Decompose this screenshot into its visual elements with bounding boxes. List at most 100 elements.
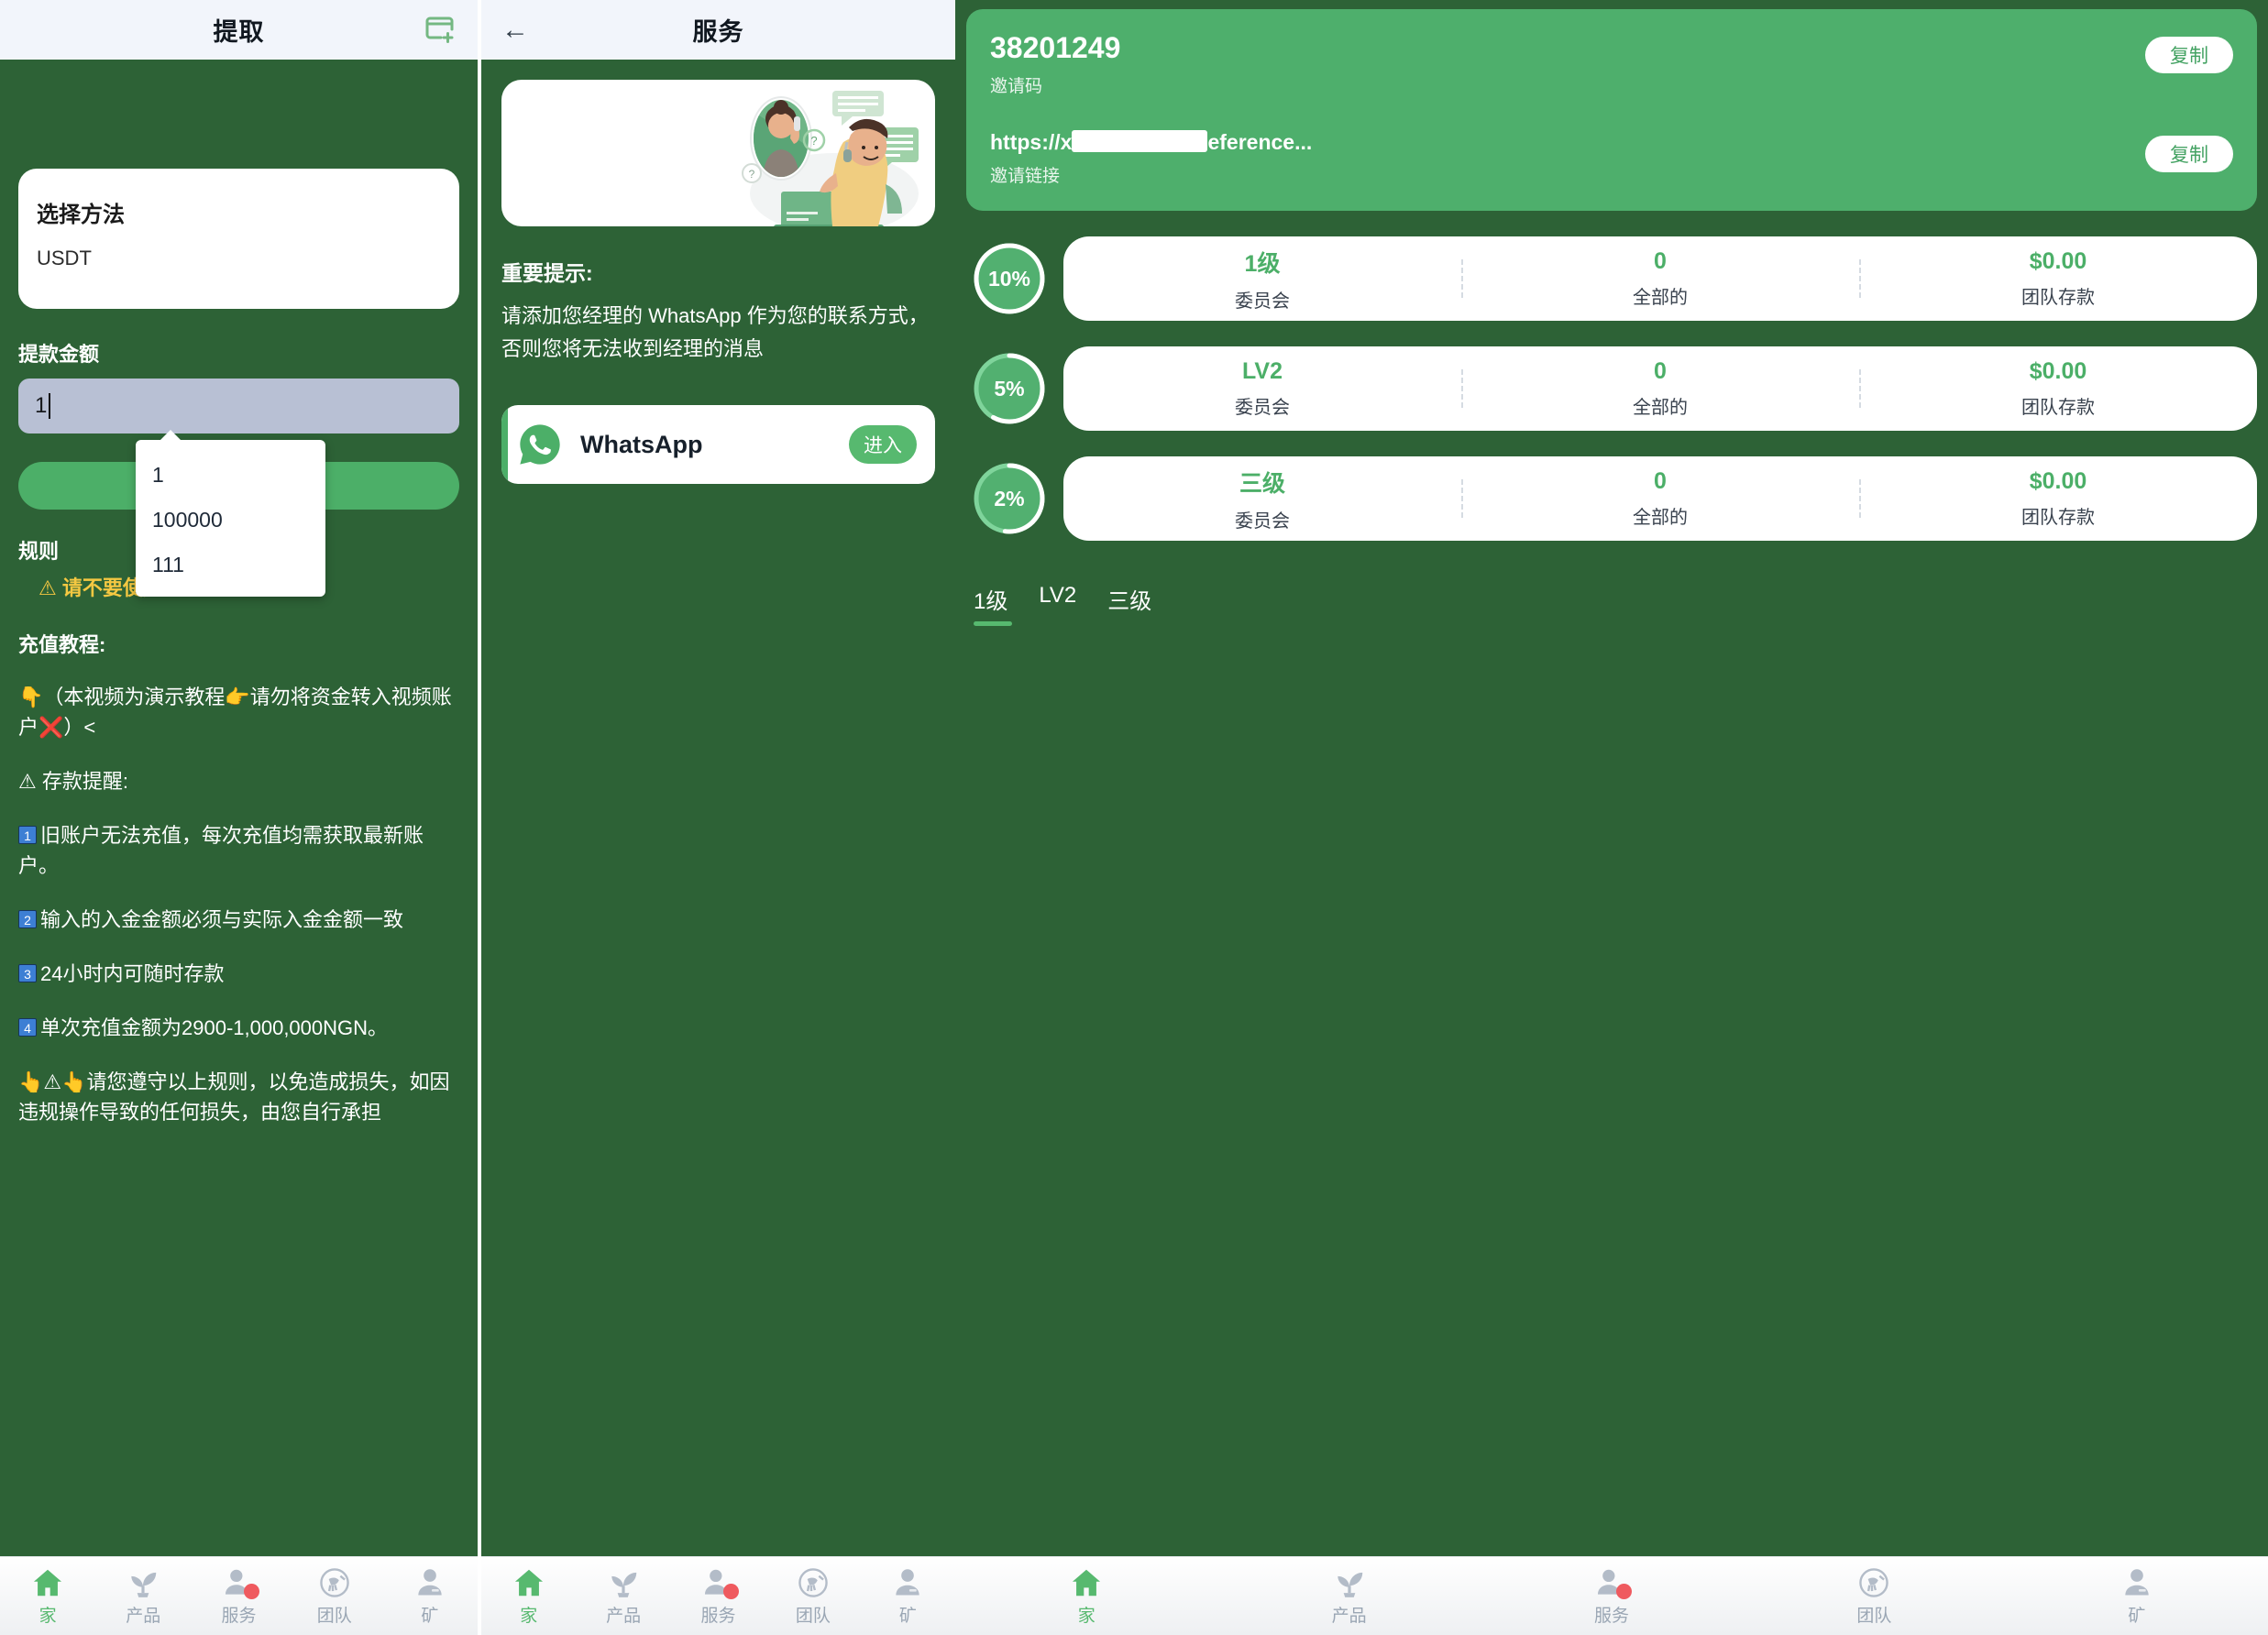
support-banner: ? ? bbox=[501, 80, 935, 226]
person-icon bbox=[1593, 1565, 1633, 1600]
copy-code-button[interactable]: 复制 bbox=[2145, 37, 2233, 73]
rules-section: 规则 ⚠ 请不要使用 充值教程: 👇（本视频为演示教程👉请勿将资金转入视频账户❌… bbox=[18, 535, 459, 1127]
rule-text: 单次充值金额为2900-1,000,000NGN。 bbox=[40, 1016, 389, 1039]
invite-link-prefix: https://x bbox=[990, 130, 1073, 154]
nav-item-person[interactable]: 服务 bbox=[671, 1557, 765, 1635]
nav-item-home[interactable]: 家 bbox=[955, 1557, 1217, 1635]
three-screen-montage: 提取 选择方法 USDT 提款金额 1 规则 ⚠ 请不要使用 充值教程: 👇（本… bbox=[0, 0, 2268, 1635]
nav-item-bird[interactable]: 团队 bbox=[287, 1557, 382, 1635]
nav-item-bird[interactable]: 团队 bbox=[1743, 1557, 2005, 1635]
invite-link-value: https://x eference... bbox=[990, 130, 1312, 155]
nav-item-label: 服务 bbox=[700, 1607, 736, 1626]
person-icon bbox=[700, 1565, 739, 1600]
nav-item-label: 团队 bbox=[1856, 1607, 1892, 1626]
invite-code-value: 38201249 bbox=[990, 31, 1121, 64]
nav-item-miner[interactable]: 矿 bbox=[861, 1557, 955, 1635]
method-card[interactable]: 选择方法 USDT bbox=[18, 169, 459, 309]
nav-item-label: 产品 bbox=[1331, 1607, 1367, 1626]
add-card-icon[interactable] bbox=[424, 13, 457, 50]
customer-support-illustration: ? ? bbox=[742, 91, 919, 226]
nav-item-plant[interactable]: 产品 bbox=[576, 1557, 670, 1635]
whatsapp-enter-button[interactable]: 进入 bbox=[849, 425, 917, 465]
nav-item-label: 服务 bbox=[1594, 1607, 1630, 1626]
home-icon bbox=[511, 1565, 547, 1600]
back-arrow-icon[interactable]: ← bbox=[501, 16, 529, 44]
page-title: 服务 bbox=[692, 18, 744, 46]
autocomplete-option[interactable]: 1 bbox=[136, 453, 325, 498]
nav-item-home[interactable]: 家 bbox=[481, 1557, 576, 1635]
rule-item: 1 旧账户无法充值，每次充值均需获取最新账户。 bbox=[18, 820, 459, 881]
nav-item-home[interactable]: 家 bbox=[0, 1557, 95, 1635]
plant-icon bbox=[125, 1565, 161, 1600]
invite-link-texts: https://x eference... 邀请链接 bbox=[990, 130, 2145, 187]
copy-link-button[interactable]: 复制 bbox=[2145, 136, 2233, 172]
notice-body: 请添加您经理的 WhatsApp 作为您的联系方式，否则您将无法收到经理的消息 bbox=[501, 304, 929, 360]
invite-link-row: https://x eference... 邀请链接 复制 bbox=[990, 130, 2233, 187]
level-count-key: 全部的 bbox=[1633, 508, 1688, 528]
nav-item-label: 服务 bbox=[221, 1607, 257, 1626]
nav-item-person[interactable]: 服务 bbox=[1481, 1557, 1743, 1635]
bird-icon bbox=[316, 1565, 353, 1600]
nav-item-label: 家 bbox=[39, 1607, 57, 1626]
level-card[interactable]: LV2 委员会 0 全部的 $0.00 团队存款 bbox=[1063, 346, 2257, 431]
whatsapp-row[interactable]: WhatsApp 进入 bbox=[501, 405, 935, 485]
nav-item-label: 矿 bbox=[421, 1607, 439, 1626]
level-row: 2% 三级 委员会 0 全部的 $0.00 团队存款 bbox=[966, 456, 2257, 541]
level-name: 三级 bbox=[1239, 470, 1285, 497]
home-icon bbox=[1068, 1565, 1105, 1600]
nav-item-label: 产品 bbox=[606, 1607, 642, 1626]
level-name: 1级 bbox=[1244, 250, 1281, 277]
level-percent: 10% bbox=[987, 266, 1031, 291]
level-count-cell: 0 全部的 bbox=[1461, 248, 1859, 309]
nav-item-miner[interactable]: 矿 bbox=[2006, 1557, 2268, 1635]
invite-code-row: 38201249 邀请码 复制 bbox=[990, 31, 2233, 97]
level-tab-0[interactable]: 1级 bbox=[974, 583, 1013, 626]
level-card[interactable]: 1级 委员会 0 全部的 $0.00 团队存款 bbox=[1063, 236, 2257, 321]
level-name-key: 委员会 bbox=[1235, 510, 1290, 532]
plant-icon bbox=[1331, 1565, 1368, 1600]
nav-item-miner[interactable]: 矿 bbox=[382, 1557, 478, 1635]
tutorial-text: 👇（本视频为演示教程👉请勿将资金转入视频账户❌）< bbox=[18, 686, 452, 739]
miner-icon bbox=[2119, 1565, 2155, 1600]
nav-item-plant[interactable]: 产品 bbox=[95, 1557, 191, 1635]
service-topbar: ← 服务 bbox=[481, 0, 955, 60]
notification-badge bbox=[722, 1584, 739, 1599]
svg-text:?: ? bbox=[749, 168, 755, 181]
level-name-key: 委员会 bbox=[1235, 398, 1290, 418]
service-body: ? ? 重要提示: 请添加您经理的 WhatsApp 作为您的联系方式，否则您将… bbox=[481, 60, 955, 485]
svg-text:?: ? bbox=[810, 134, 817, 148]
autocomplete-option[interactable]: 111 bbox=[136, 543, 325, 587]
team-body: 38201249 邀请码 复制 https://x eference... 邀请链… bbox=[955, 0, 2268, 626]
level-deposit: $0.00 bbox=[2029, 248, 2087, 274]
nav-item-bird[interactable]: 团队 bbox=[765, 1557, 860, 1635]
rule-number: 4 bbox=[18, 1018, 37, 1037]
method-label: 选择方法 bbox=[37, 203, 125, 227]
bottom-nav: 家 产品 服务 团队 矿 bbox=[0, 1556, 478, 1635]
withdraw-screen: 提取 选择方法 USDT 提款金额 1 规则 ⚠ 请不要使用 充值教程: 👇（本… bbox=[0, 0, 478, 1635]
level-name-cell: 1级 委员会 bbox=[1063, 246, 1461, 313]
nav-item-plant[interactable]: 产品 bbox=[1217, 1557, 1480, 1635]
level-name: LV2 bbox=[1242, 358, 1283, 384]
invite-link-suffix: eference... bbox=[1207, 130, 1313, 154]
bottom-nav: 家 产品 服务 团队 矿 bbox=[955, 1556, 2268, 1635]
home-icon bbox=[29, 1565, 66, 1600]
level-tab-1[interactable]: LV2 bbox=[1039, 583, 1076, 626]
level-row: 5% LV2 委员会 0 全部的 $0.00 团队存款 bbox=[966, 346, 2257, 431]
level-count: 0 bbox=[1654, 358, 1667, 384]
level-tab-2[interactable]: 三级 bbox=[1107, 583, 1151, 626]
rule-text: 输入的入金金额必须与实际入金金额一致 bbox=[40, 908, 404, 931]
level-deposit-cell: $0.00 团队存款 bbox=[1859, 468, 2257, 529]
amount-label: 提款金额 bbox=[18, 343, 100, 366]
amount-input[interactable]: 1 bbox=[18, 379, 459, 433]
nav-item-label: 产品 bbox=[126, 1607, 161, 1626]
autocomplete-option[interactable]: 100000 bbox=[136, 498, 325, 543]
team-screen: 38201249 邀请码 复制 https://x eference... 邀请链… bbox=[955, 0, 2268, 1635]
amount-autocomplete-dropdown[interactable]: 1 100000 111 bbox=[136, 429, 325, 598]
nav-item-person[interactable]: 服务 bbox=[191, 1557, 286, 1635]
level-card[interactable]: 三级 委员会 0 全部的 $0.00 团队存款 bbox=[1063, 456, 2257, 541]
redaction-box bbox=[1072, 130, 1208, 152]
miner-icon bbox=[412, 1565, 448, 1600]
level-percent: 5% bbox=[994, 376, 1025, 401]
whatsapp-label: WhatsApp bbox=[580, 430, 703, 458]
invite-link-label: 邀请链接 bbox=[990, 167, 1061, 186]
